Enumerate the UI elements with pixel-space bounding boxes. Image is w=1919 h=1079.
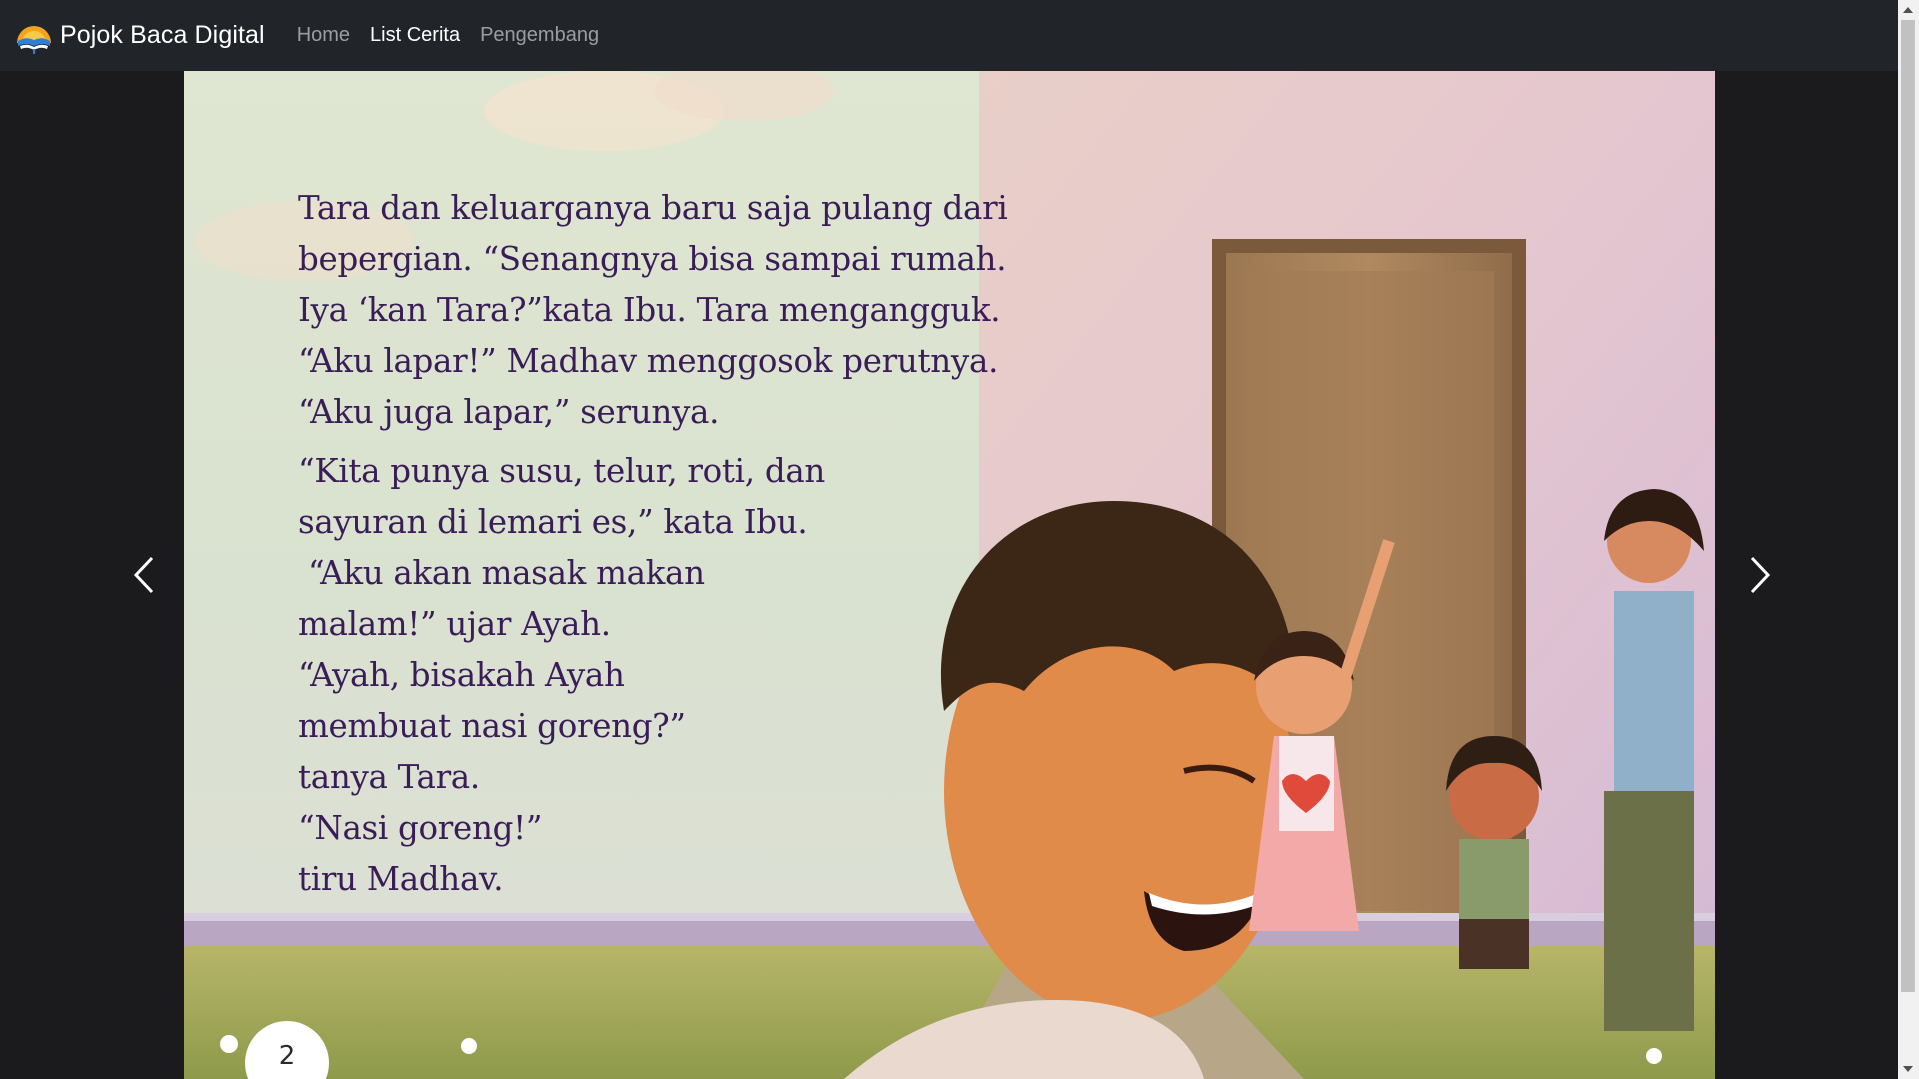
story-line: “Aku akan masak makan <box>298 554 705 592</box>
carousel-prev-button[interactable] <box>60 71 220 1079</box>
story-line: tiru Madhav. <box>298 860 504 898</box>
story-carousel: Tara dan keluarganya baru saja pulang da… <box>0 71 1898 1079</box>
nav-link-home[interactable]: Home <box>287 24 360 47</box>
story-line: tanya Tara. <box>298 758 480 796</box>
story-line: Iya ‘kan Tara?”kata Ibu. Tara mengangguk… <box>298 291 1001 329</box>
story-line: Tara dan keluarganya baru saja pulang da… <box>298 189 1008 227</box>
chevron-right-icon <box>1750 556 1771 594</box>
brand-logo-icon <box>17 25 51 54</box>
scroll-up-arrow-icon[interactable] <box>1903 7 1913 13</box>
nav-link-list-cerita[interactable]: List Cerita <box>360 24 470 47</box>
scroll-down-arrow-icon[interactable] <box>1903 1066 1913 1072</box>
chevron-left-icon <box>133 556 154 594</box>
scrollbar-thumb[interactable] <box>1901 20 1915 992</box>
carousel-next-button[interactable] <box>1690 71 1830 1079</box>
story-line: “Aku juga lapar,” serunya. <box>298 393 720 431</box>
nav-link-pengembang[interactable]: Pengembang <box>470 24 609 47</box>
story-line: “Aku lapar!” Madhav menggosok perutnya. <box>298 342 999 380</box>
story-page-slide: Tara dan keluarganya baru saja pulang da… <box>184 71 1715 1079</box>
story-line: malam!” ujar Ayah. <box>298 605 611 643</box>
page-scrollbar[interactable] <box>1898 0 1919 1079</box>
story-line: sayuran di lemari es,” kata Ibu. <box>298 503 808 541</box>
brand-link[interactable]: Pojok Baca Digital <box>14 16 265 56</box>
story-line: membuat nasi goreng?” <box>298 707 686 745</box>
story-line: bepergian. “Senangnya bisa sampai rumah. <box>298 240 1007 278</box>
story-line: “Kita punya susu, telur, roti, dan <box>298 452 826 490</box>
brand-title: Pojok Baca Digital <box>60 21 265 49</box>
story-line: “Nasi goreng!” <box>298 809 543 847</box>
top-navbar: Pojok Baca Digital Home List Cerita Peng… <box>0 0 1898 71</box>
story-text: Tara dan keluarganya baru saja pulang da… <box>298 183 1008 905</box>
story-line: “Ayah, bisakah Ayah <box>298 656 625 694</box>
nav-links: Home List Cerita Pengembang <box>287 24 609 47</box>
